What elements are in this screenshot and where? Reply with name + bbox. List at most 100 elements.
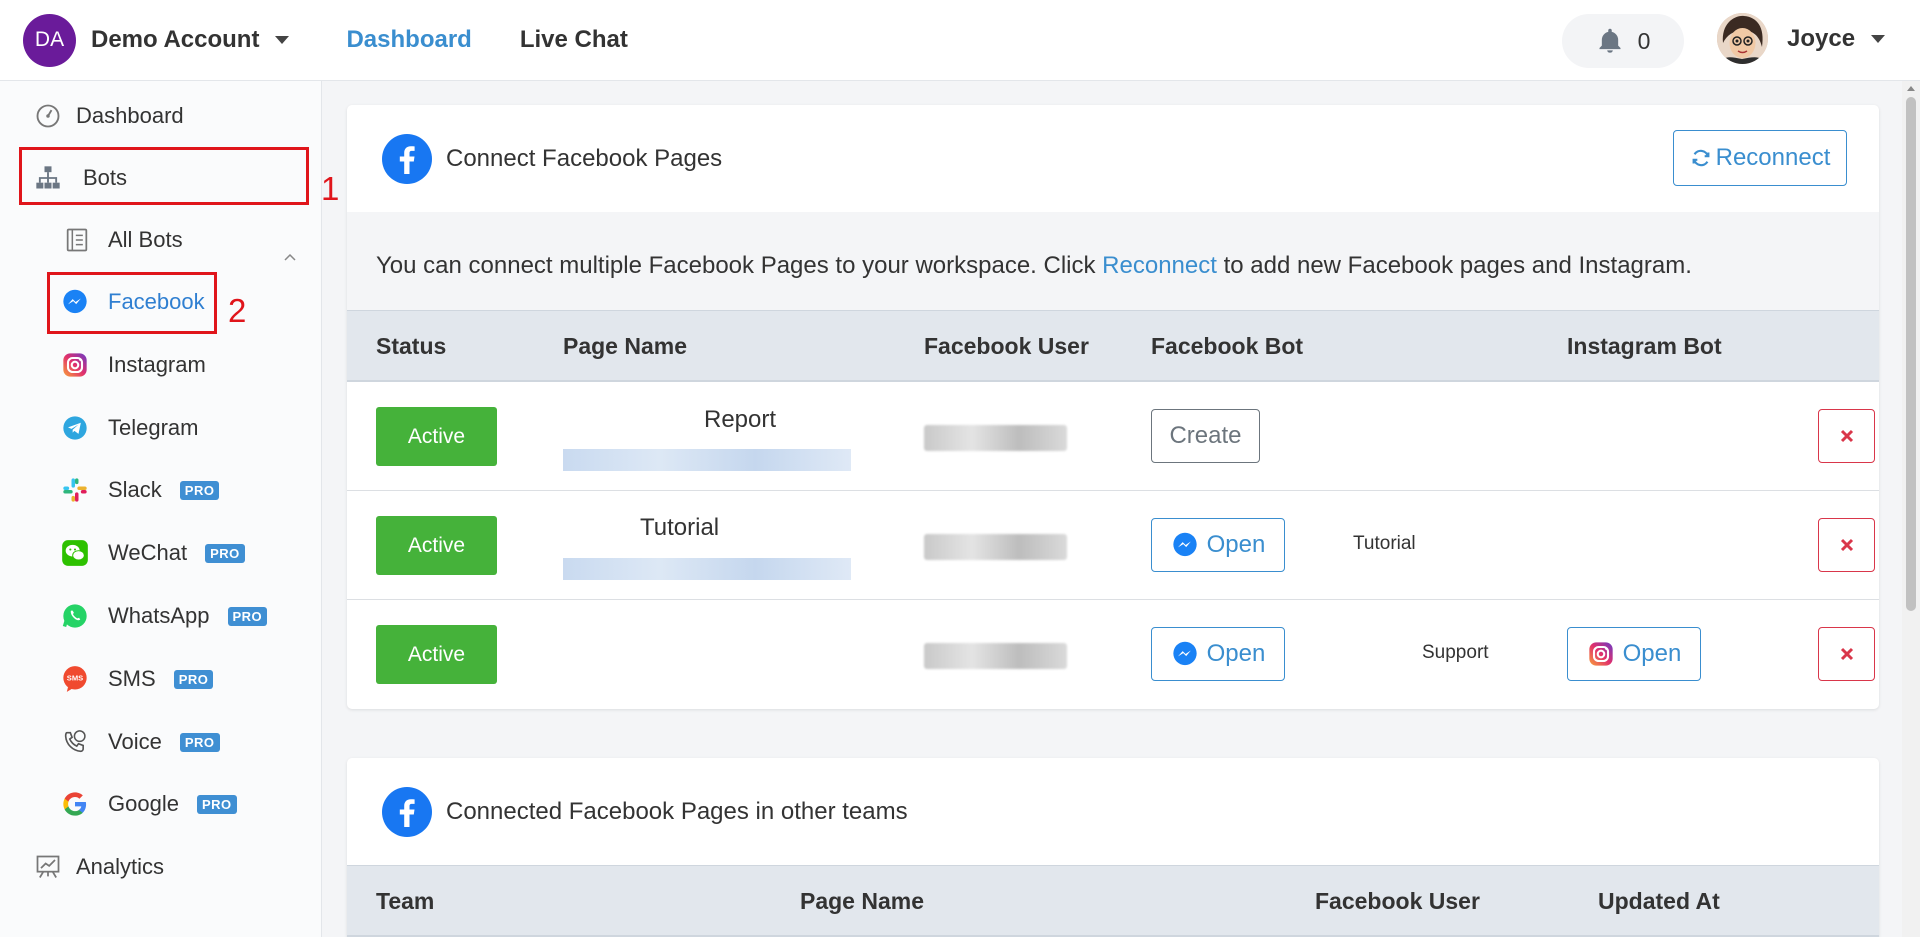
- sidebar-item-label: Google: [108, 791, 179, 816]
- sidebar-item-label: Slack: [108, 477, 162, 502]
- sidebar-item-all-bots[interactable]: All Bots: [62, 225, 183, 255]
- svg-text:SMS: SMS: [67, 674, 83, 683]
- pro-badge: PRO: [179, 732, 220, 752]
- user-avatar: [1717, 13, 1768, 64]
- pro-badge: PRO: [227, 606, 268, 626]
- column-header-updated-at: Updated At: [1598, 888, 1720, 914]
- table-header: Team Page Name Facebook User Updated At: [347, 865, 1879, 937]
- sidebar-item-label: Analytics: [76, 854, 165, 879]
- annotation-number-2: 2: [228, 292, 247, 329]
- intro-reconnect-link[interactable]: Reconnect: [1102, 252, 1217, 279]
- instagram-icon: [60, 350, 90, 380]
- sidebar-item-telegram[interactable]: Telegram: [60, 413, 198, 443]
- sidebar-item-google[interactable]: Google PRO: [60, 789, 237, 819]
- open-facebook-bot-button[interactable]: Open: [1151, 627, 1285, 681]
- blurred-facebook-user: [924, 425, 1067, 451]
- card-header: Connect Facebook Pages: [347, 105, 1879, 212]
- sidebar-item-dashboard[interactable]: Dashboard: [33, 101, 184, 131]
- table-body: Active Report Create Active Tutorial Ope…: [347, 382, 1879, 709]
- facebook-logo-icon: [382, 786, 432, 837]
- sidebar-item-label: Dashboard: [76, 103, 184, 128]
- sidebar-item-analytics[interactable]: Analytics: [33, 852, 164, 882]
- connect-facebook-pages-card: Connect Facebook Pages Reconnect You can…: [347, 105, 1879, 709]
- redacted-page-name: [563, 612, 856, 697]
- top-bar: DA Demo Account Dashboard Live Chat 0 Jo…: [0, 0, 1920, 81]
- phone-icon: [60, 727, 90, 757]
- card-title: Connect Facebook Pages: [446, 144, 723, 172]
- sidebar-item-whatsapp[interactable]: WhatsApp PRO: [60, 601, 268, 631]
- facebook-bot-name: Support: [1422, 642, 1489, 663]
- sidebar-item-slack[interactable]: Slack PRO: [60, 475, 220, 505]
- create-bot-label: Create: [1169, 422, 1242, 449]
- page-scrollbar[interactable]: [1902, 81, 1920, 937]
- sidebar-item-label: Voice: [108, 729, 162, 754]
- account-avatar: DA: [23, 13, 76, 67]
- open-instagram-bot-button[interactable]: Open: [1567, 627, 1701, 681]
- sidebar-item-label: All Bots: [108, 227, 183, 252]
- scrollbar-thumb[interactable]: [1906, 97, 1916, 611]
- telegram-icon: [60, 413, 90, 443]
- chevron-up-icon[interactable]: [283, 250, 297, 264]
- open-label: Open: [1206, 531, 1266, 558]
- reconnect-label: Reconnect: [1715, 144, 1831, 171]
- table-header: Status Page Name Facebook User Facebook …: [347, 310, 1879, 382]
- blurred-link: [563, 558, 851, 580]
- user-menu[interactable]: Joyce: [1717, 13, 1886, 64]
- intro-text-part: You can connect multiple Facebook Pages …: [376, 252, 1103, 279]
- status-badge: Active: [376, 516, 497, 575]
- notification-count: 0: [1637, 27, 1651, 54]
- table-row: Active Tutorial Open Tutorial: [347, 491, 1879, 600]
- table-row: Active Report Create: [347, 382, 1879, 491]
- sidebar-item-label: Instagram: [108, 352, 206, 377]
- delete-page-button[interactable]: [1818, 409, 1875, 463]
- sidebar-item-instagram[interactable]: Instagram: [60, 350, 206, 380]
- column-header-facebook-bot: Facebook Bot: [1151, 333, 1304, 359]
- redacted-text: [563, 410, 693, 432]
- close-icon: [1840, 429, 1853, 443]
- scroll-up-icon[interactable]: [1907, 86, 1915, 91]
- reconnect-button[interactable]: Reconnect: [1673, 130, 1847, 186]
- sidebar-item-wechat[interactable]: WeChat PRO: [60, 538, 245, 568]
- facebook-logo-icon: [382, 133, 432, 184]
- intro-text: You can connect multiple Facebook Pages …: [347, 212, 1879, 316]
- page-name: Tutorial: [640, 514, 720, 541]
- pro-badge: PRO: [173, 669, 214, 689]
- blurred-facebook-user: [924, 534, 1067, 560]
- user-name: Joyce: [1787, 24, 1856, 52]
- sms-icon: SMS: [60, 664, 90, 694]
- column-header-page-name: Page Name: [563, 333, 688, 359]
- notifications-button[interactable]: 0: [1562, 14, 1684, 68]
- column-header-facebook-user: Facebook User: [924, 333, 1089, 359]
- annotation-box-bots: [19, 147, 309, 205]
- redacted-text: [1289, 634, 1423, 672]
- refresh-icon: [1692, 149, 1710, 167]
- delete-page-button[interactable]: [1818, 627, 1875, 681]
- blurred-facebook-user: [924, 643, 1067, 669]
- google-icon: [60, 789, 90, 819]
- sidebar-item-label: SMS: [108, 666, 156, 691]
- redacted-text: [556, 505, 640, 533]
- account-switcher[interactable]: DA Demo Account: [23, 13, 290, 67]
- intro-text-part: to add new Facebook pages and Instagram.: [1216, 252, 1692, 279]
- sidebar-item-sms[interactable]: SMS SMS PRO: [60, 664, 214, 694]
- blurred-link: [563, 449, 851, 471]
- sidebar-item-voice[interactable]: Voice PRO: [60, 727, 220, 757]
- gauge-icon: [33, 101, 63, 131]
- bell-icon: [1599, 28, 1621, 53]
- sidebar-item-label: WhatsApp: [108, 603, 210, 628]
- column-header-page-name: Page Name: [800, 888, 925, 914]
- status-badge: Active: [376, 407, 497, 466]
- caret-down-icon: [275, 36, 290, 44]
- redacted-text: [1289, 525, 1353, 559]
- create-bot-button[interactable]: Create: [1151, 409, 1260, 463]
- column-header-instagram-bot: Instagram Bot: [1567, 333, 1722, 359]
- open-facebook-bot-button[interactable]: Open: [1151, 518, 1285, 572]
- delete-page-button[interactable]: [1818, 518, 1875, 572]
- open-label: Open: [1622, 640, 1682, 667]
- caret-down-icon: [1871, 34, 1886, 43]
- nav-dashboard[interactable]: Dashboard: [346, 26, 471, 54]
- annotation-number-1: 1: [321, 170, 340, 207]
- column-header-status: Status: [376, 333, 447, 359]
- nav-live-chat[interactable]: Live Chat: [520, 26, 628, 54]
- close-icon: [1840, 538, 1853, 552]
